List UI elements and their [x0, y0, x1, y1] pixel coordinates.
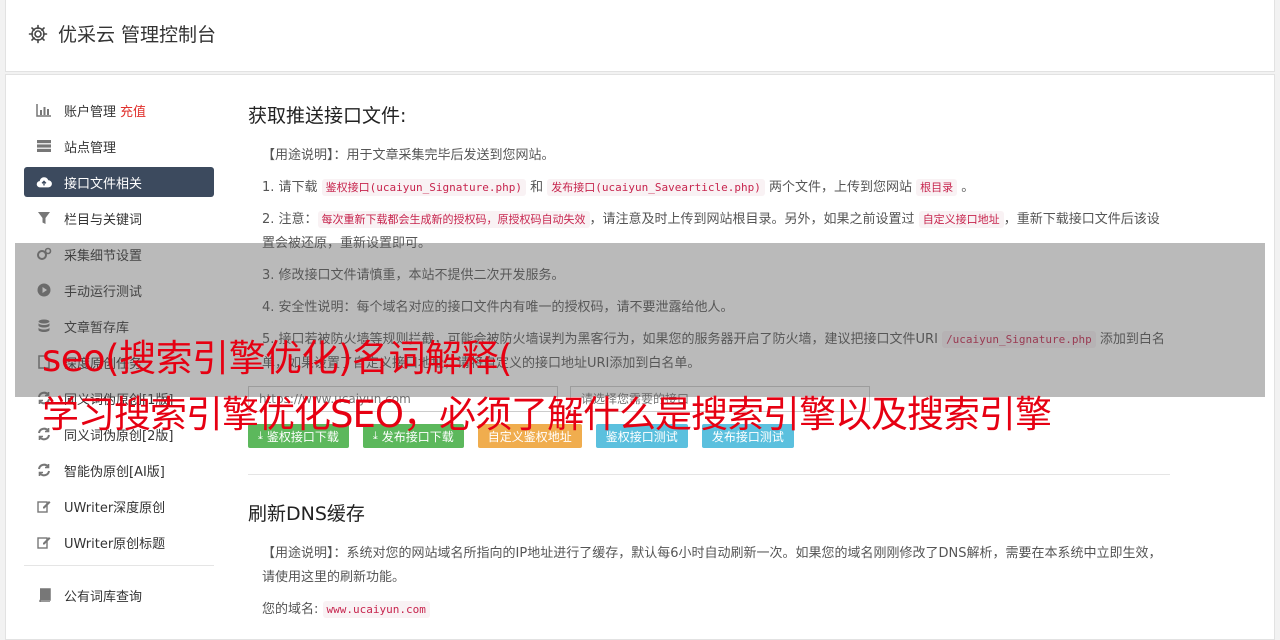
edit-icon: [36, 534, 52, 550]
text: 2. 注意：: [262, 212, 318, 227]
text: 1. 请下载: [262, 180, 322, 195]
code-signature-file: 鉴权接口(ucaiyun_Signature.php): [321, 179, 526, 196]
gear-icon: [28, 24, 48, 43]
sidebar-item-public-dictionary[interactable]: 公有词库查询: [24, 580, 214, 610]
sidebar-item-label: 公有词库查询: [64, 589, 143, 605]
instruction-1: 1. 请下载 鉴权接口(ucaiyun_Signature.php) 和 发布接…: [248, 176, 1170, 200]
text: ，请注意及时上传到网站根目录。另外，如果之前设置过: [589, 212, 919, 227]
sidebar-item-label: 接口文件相关: [64, 176, 143, 192]
sidebar-item-label: UWriter深度原创: [64, 500, 166, 516]
book-icon: [36, 587, 52, 603]
sidebar-item-account[interactable]: 账户管理 充值: [24, 95, 214, 125]
text: 两个文件，上传到您网站: [764, 180, 917, 195]
section-title-push-files: 获取推送接口文件:: [248, 105, 407, 127]
sidebar-item-label: UWriter原创标题: [64, 536, 166, 552]
sidebar-item-label: 栏目与关键词: [64, 212, 143, 228]
bar-chart-icon: [36, 102, 52, 118]
domain-label: 您的域名:: [262, 602, 319, 617]
domain-value: www.ucaiyun.com: [322, 601, 430, 618]
app-title: 优采云 管理控制台: [58, 24, 217, 46]
code-warning: 每次重新下载都会生成新的授权码，原授权码自动失效: [317, 211, 590, 228]
sidebar-item-ai-rewrite[interactable]: 智能伪原创[AI版]: [24, 455, 214, 485]
section-divider: [248, 474, 1170, 475]
sidebar-item-columns-keywords[interactable]: 栏目与关键词: [24, 203, 214, 233]
usage-prefix: 【用途说明】：: [262, 546, 347, 561]
dns-usage-note: 【用途说明】：系统对您的网站域名所指向的IP地址进行了缓存，默认每6小时自动刷新…: [248, 542, 1170, 590]
server-icon: [36, 138, 52, 154]
text: 。: [957, 180, 975, 195]
code-custom-url: 自定义接口地址: [918, 211, 1004, 228]
top-header: 优采云 管理控制台: [0, 0, 1280, 72]
sidebar-item-label: 账户管理: [64, 104, 117, 120]
sidebar-item-interface-files[interactable]: 接口文件相关: [24, 167, 214, 197]
sidebar-divider: [24, 565, 214, 566]
sidebar-item-label: 站点管理: [64, 140, 117, 156]
sidebar-item-label: 智能伪原创[AI版]: [64, 464, 165, 480]
sidebar-item-sites[interactable]: 站点管理: [24, 131, 214, 161]
filter-icon: [36, 210, 52, 226]
sidebar-item-uwriter-title[interactable]: UWriter原创标题: [24, 527, 214, 557]
code-savearticle-file: 发布接口(ucaiyun_Savearticle.php): [547, 179, 765, 196]
recharge-link[interactable]: 充值: [120, 101, 146, 120]
refresh-icon: [36, 462, 52, 478]
sidebar-item-uwriter-deep[interactable]: UWriter深度原创: [24, 491, 214, 521]
text: 和: [526, 180, 548, 195]
overlay-title: seo(搜索引擎优化)名词解释(: [42, 337, 512, 380]
section-title-dns: 刷新DNS缓存: [248, 503, 365, 525]
usage-text: 用于文章采集完毕后发送到您网站。: [346, 148, 555, 163]
overlay-subtitle: 学习搜索引擎优化SEO，必须了解什么是搜索引擎以及搜索引擎: [42, 393, 1052, 436]
code-root-dir: 根目录: [916, 179, 958, 196]
usage-text: 系统对您的网站域名所指向的IP地址进行了缓存，默认每6小时自动刷新一次。如果您的…: [262, 546, 1162, 585]
usage-prefix: 【用途说明】：: [262, 148, 347, 163]
edit-icon: [36, 498, 52, 514]
usage-note: 【用途说明】：用于文章采集完毕后发送到您网站。: [248, 144, 1170, 168]
domain-row: 您的域名: www.ucaiyun.com: [248, 598, 1170, 622]
brand: 优采云 管理控制台: [28, 20, 216, 47]
cloud-upload-icon: [36, 174, 52, 190]
